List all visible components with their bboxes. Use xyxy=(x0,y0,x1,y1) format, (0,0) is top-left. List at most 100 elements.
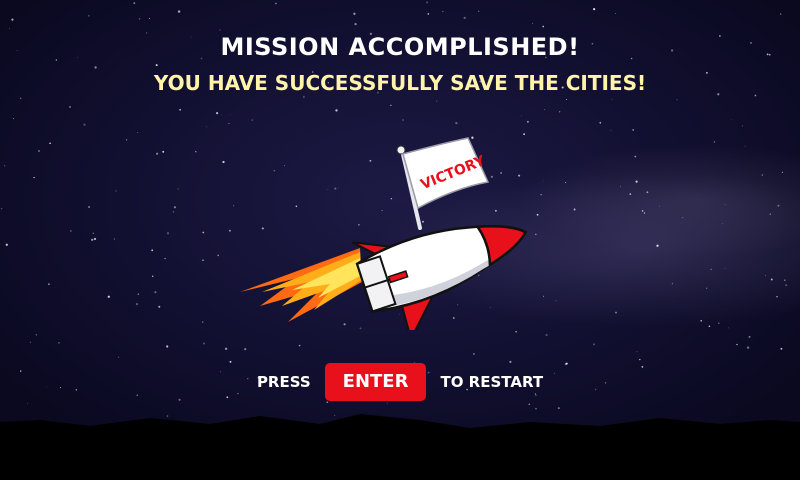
star xyxy=(125,139,128,141)
star xyxy=(682,217,684,219)
star xyxy=(166,232,170,235)
star xyxy=(30,341,31,343)
star xyxy=(224,347,228,350)
star xyxy=(107,295,110,298)
star xyxy=(718,322,720,324)
star xyxy=(177,188,179,190)
star xyxy=(115,190,117,192)
press-label: PRESS xyxy=(256,373,311,391)
star xyxy=(69,106,71,108)
victory-screen: MISSION ACCOMPLISHED! YOU HAVE SUCCESSFU… xyxy=(0,0,800,480)
star xyxy=(559,111,561,113)
star xyxy=(599,121,602,124)
star xyxy=(557,407,560,410)
star xyxy=(532,22,534,24)
star xyxy=(19,97,22,100)
star xyxy=(12,118,14,120)
star xyxy=(708,325,711,328)
star xyxy=(455,121,458,125)
star xyxy=(442,10,444,13)
star xyxy=(177,10,181,13)
star xyxy=(656,244,659,247)
restart-prompt: PRESS ENTER TO RESTART xyxy=(0,363,800,401)
star xyxy=(148,17,150,19)
star xyxy=(35,334,37,336)
star xyxy=(615,12,616,14)
star xyxy=(545,333,548,337)
star xyxy=(155,152,159,155)
star xyxy=(202,342,205,345)
star xyxy=(620,185,621,187)
star xyxy=(463,16,466,20)
victory-flag: VICTORY xyxy=(402,137,490,210)
star xyxy=(635,180,638,183)
star xyxy=(730,119,732,120)
star xyxy=(736,343,738,346)
star xyxy=(543,295,545,297)
star xyxy=(386,402,388,404)
star xyxy=(11,18,14,21)
star xyxy=(426,1,429,4)
star xyxy=(402,119,404,121)
star xyxy=(202,231,205,234)
star xyxy=(229,114,231,116)
star xyxy=(335,109,338,112)
star xyxy=(228,122,230,125)
star xyxy=(779,13,782,15)
star xyxy=(478,10,480,12)
star xyxy=(93,237,97,241)
star xyxy=(528,403,531,406)
star xyxy=(765,275,766,277)
star xyxy=(154,291,157,294)
mission-subtitle: YOU HAVE SUCCESSFULLY SAVE THE CITIES! xyxy=(153,71,647,95)
star xyxy=(37,149,41,153)
star xyxy=(354,22,357,26)
enter-key-button[interactable]: ENTER xyxy=(324,363,427,401)
star xyxy=(761,174,764,176)
star xyxy=(164,257,166,260)
star xyxy=(540,194,542,196)
star xyxy=(641,210,644,212)
star xyxy=(748,335,751,338)
ground-silhouette xyxy=(0,414,800,480)
star xyxy=(47,283,50,286)
star xyxy=(88,15,90,17)
star xyxy=(724,203,726,205)
star xyxy=(769,213,771,215)
star xyxy=(202,259,204,262)
star xyxy=(526,120,529,123)
star xyxy=(113,238,115,240)
star xyxy=(202,321,204,323)
mission-title: MISSION ACCOMPLISHED! xyxy=(220,33,580,61)
rocket-flame xyxy=(240,248,362,322)
star xyxy=(593,343,596,346)
star xyxy=(724,267,726,269)
star xyxy=(298,344,301,347)
star xyxy=(155,64,158,67)
star xyxy=(222,160,225,164)
star xyxy=(542,180,544,182)
star xyxy=(162,150,165,153)
star xyxy=(776,295,778,298)
star xyxy=(593,8,596,11)
star xyxy=(427,13,430,15)
star xyxy=(520,115,522,117)
star xyxy=(555,300,557,302)
star xyxy=(91,238,94,241)
star xyxy=(137,293,140,295)
rocket-illustration: VICTORY xyxy=(240,137,528,330)
star xyxy=(784,279,786,281)
star xyxy=(302,96,305,98)
star xyxy=(646,191,649,194)
star xyxy=(353,12,356,15)
star xyxy=(88,206,91,208)
star xyxy=(4,165,6,167)
star xyxy=(542,25,545,28)
star xyxy=(780,347,783,350)
star xyxy=(219,29,221,31)
star xyxy=(135,302,139,306)
rocket-body xyxy=(351,224,528,330)
star xyxy=(639,358,641,361)
star xyxy=(33,176,35,179)
star xyxy=(515,330,517,333)
